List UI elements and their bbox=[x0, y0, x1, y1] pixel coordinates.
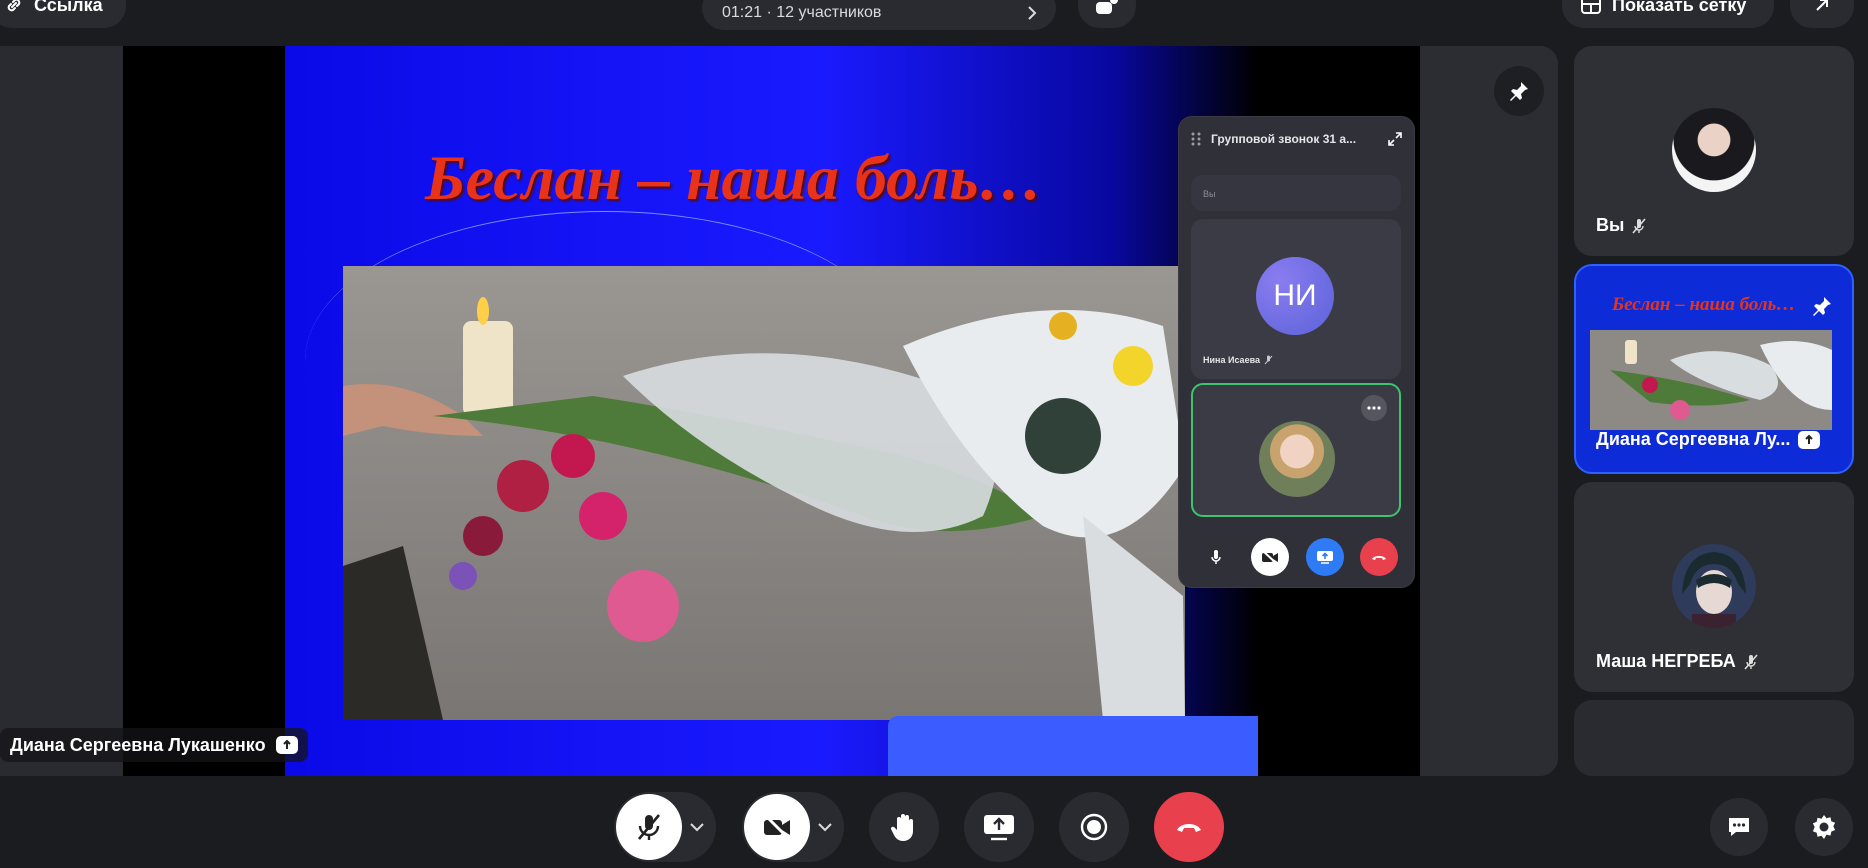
mini-you-label: Вы bbox=[1203, 189, 1216, 199]
mini-tile-nina[interactable]: НИ Нина Исаева bbox=[1191, 219, 1401, 379]
avatar bbox=[1259, 421, 1335, 497]
slide-blue-shape bbox=[888, 716, 1258, 776]
more-options-button[interactable] bbox=[1361, 395, 1387, 421]
camera-off-icon bbox=[1262, 550, 1279, 564]
chevron-down-icon bbox=[690, 823, 704, 832]
mic-control bbox=[614, 792, 716, 862]
avatar bbox=[1672, 108, 1756, 192]
stage-left-area bbox=[0, 46, 123, 776]
tile-slide-photo bbox=[1590, 330, 1832, 430]
copy-link-label: Ссылка bbox=[34, 0, 103, 15]
participant-name: Диана Сергеевна Лу... bbox=[1596, 429, 1821, 450]
mic-off-icon bbox=[638, 814, 660, 840]
mini-window-header[interactable]: Групповой звонок 31 а... bbox=[1179, 117, 1414, 161]
tile-pin-button[interactable] bbox=[1802, 286, 1842, 326]
slide-title: Беслан – наша боль… bbox=[425, 142, 1043, 213]
effects-button[interactable] bbox=[1078, 0, 1136, 28]
show-grid-button[interactable]: Показать сетку bbox=[1562, 0, 1774, 28]
mic-off-icon bbox=[1632, 217, 1646, 234]
pin-button[interactable] bbox=[1494, 66, 1544, 116]
raise-hand-icon bbox=[891, 814, 913, 841]
avatar: НИ bbox=[1256, 257, 1334, 335]
mic-options-button[interactable] bbox=[682, 822, 712, 832]
chevron-down-icon bbox=[818, 823, 832, 832]
camera-off-icon bbox=[764, 814, 790, 840]
mic-off-icon bbox=[1264, 355, 1273, 365]
more-dots-icon bbox=[1367, 406, 1381, 410]
participant-name-text: Вы bbox=[1596, 215, 1625, 235]
participant-name: Маша НЕГРЕБА bbox=[1596, 651, 1758, 672]
stage-right-area bbox=[1420, 46, 1558, 776]
drag-handle-icon[interactable] bbox=[1191, 132, 1201, 146]
participant-tile-more[interactable] bbox=[1574, 700, 1854, 776]
avatar-initials: НИ bbox=[1273, 279, 1317, 312]
grid-icon bbox=[1581, 0, 1601, 14]
mini-screen-share-button[interactable] bbox=[1305, 538, 1344, 576]
mini-mic-button[interactable] bbox=[1197, 538, 1235, 576]
chat-button[interactable] bbox=[1710, 798, 1768, 856]
mini-tile-you[interactable]: Вы bbox=[1191, 175, 1401, 211]
copy-link-button[interactable]: Ссылка bbox=[0, 0, 126, 28]
participant-tile-masha[interactable]: Маша НЕГРЕБА bbox=[1574, 482, 1854, 692]
mini-call-window[interactable]: Групповой звонок 31 а... Вы НИ Нина Исае… bbox=[1178, 116, 1415, 588]
main-stage: Беслан – наша боль… Диана Сергеевна Лука… bbox=[0, 46, 1558, 776]
mini-controls bbox=[1179, 525, 1414, 587]
record-icon bbox=[1080, 813, 1108, 841]
call-info-button[interactable]: 01:21 · 12 участников bbox=[702, 0, 1056, 30]
call-screen: Ссылка 01:21 · 12 участников Показать се… bbox=[0, 0, 1868, 868]
speaker-name-badge: Диана Сергеевна Лукашенко bbox=[0, 728, 308, 762]
screen-share-icon bbox=[1316, 551, 1333, 564]
avatar bbox=[1672, 544, 1756, 628]
share-screen-button[interactable] bbox=[964, 792, 1034, 862]
mic-off-icon bbox=[1744, 653, 1758, 670]
raise-hand-button[interactable] bbox=[869, 792, 939, 862]
mini-camera-button[interactable] bbox=[1251, 538, 1290, 576]
participant-name-text: Маша НЕГРЕБА bbox=[1596, 651, 1736, 671]
end-call-button[interactable] bbox=[1154, 792, 1224, 862]
fullscreen-icon[interactable] bbox=[1388, 132, 1402, 146]
participant-tile-you[interactable]: Вы bbox=[1574, 46, 1854, 256]
pin-icon bbox=[1510, 82, 1528, 101]
mic-toggle-button[interactable] bbox=[616, 794, 682, 860]
participant-name: Нина Исаева bbox=[1203, 355, 1273, 365]
camera-options-button[interactable] bbox=[810, 822, 840, 832]
flowers-photo bbox=[1590, 330, 1832, 430]
speaker-name: Диана Сергеевна Лукашенко bbox=[10, 734, 266, 755]
participant-tile-diana[interactable]: Беслан – наша боль… Диана Сергеевна Лу..… bbox=[1574, 264, 1854, 474]
mic-icon bbox=[1211, 550, 1221, 564]
tile-slide-title: Беслан – наша боль… bbox=[1612, 294, 1796, 315]
record-button[interactable] bbox=[1059, 792, 1129, 862]
call-duration-participants: 01:21 · 12 участников bbox=[722, 4, 882, 21]
mini-tile-speaking[interactable] bbox=[1191, 383, 1401, 517]
screen-share-icon bbox=[275, 736, 298, 754]
shared-slide: Беслан – наша боль… bbox=[285, 46, 1258, 776]
camera-effects-icon bbox=[1096, 0, 1118, 14]
pin-icon bbox=[1813, 297, 1831, 316]
participant-name-text: Нина Исаева bbox=[1203, 355, 1260, 365]
mini-end-call-button[interactable] bbox=[1359, 538, 1398, 576]
chevron-right-icon bbox=[1028, 6, 1037, 20]
slide-photo bbox=[343, 266, 1185, 720]
participant-name-text: Диана Сергеевна Лу... bbox=[1596, 429, 1791, 449]
hang-up-icon bbox=[1371, 556, 1386, 560]
camera-toggle-button[interactable] bbox=[744, 794, 810, 860]
expand-button[interactable] bbox=[1790, 0, 1854, 28]
show-grid-label: Показать сетку bbox=[1612, 0, 1747, 15]
flowers-photo bbox=[343, 266, 1185, 720]
hang-up-icon bbox=[1177, 824, 1201, 832]
arrow-up-right-icon bbox=[1816, 0, 1828, 11]
mini-window-title: Групповой звонок 31 а... bbox=[1211, 132, 1357, 146]
participant-name: Вы bbox=[1596, 215, 1646, 236]
call-controls-bar bbox=[0, 776, 1868, 868]
chat-icon bbox=[1729, 818, 1749, 836]
camera-control bbox=[742, 792, 844, 862]
screen-share-icon bbox=[1798, 430, 1821, 449]
gear-icon bbox=[1812, 815, 1836, 839]
screen-share-icon bbox=[984, 815, 1014, 841]
settings-button[interactable] bbox=[1795, 798, 1853, 856]
link-icon bbox=[7, 0, 21, 12]
